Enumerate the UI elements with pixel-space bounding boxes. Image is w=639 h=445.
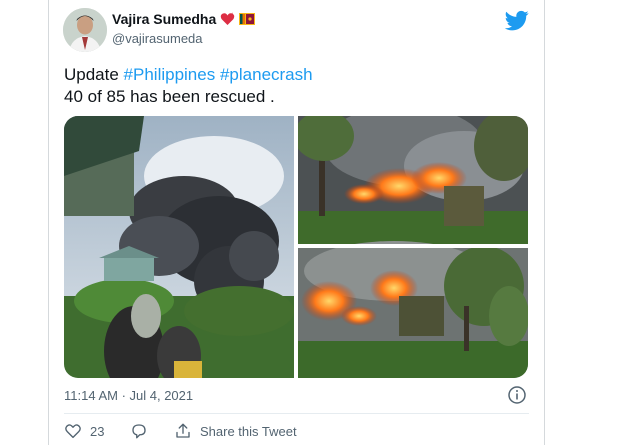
share-label: Share this Tweet	[200, 423, 297, 439]
heart-icon	[65, 424, 81, 439]
info-icon[interactable]	[507, 385, 527, 405]
sri-lanka-flag-icon	[239, 13, 256, 25]
avatar-image	[63, 8, 107, 52]
crash-fire-photo-2[interactable]	[298, 241, 528, 378]
share-button[interactable]: Share this Tweet	[174, 422, 297, 440]
media-photos	[64, 116, 528, 378]
smoke-plume-photo[interactable]	[64, 116, 294, 378]
avatar[interactable]	[63, 8, 107, 52]
tweet-card: Vajira Sumedha @vajirasumeda Update #Phi…	[48, 0, 545, 445]
divider	[64, 413, 529, 414]
author-handle[interactable]: @vajirasumeda	[112, 31, 203, 46]
red-heart-bird-icon	[221, 12, 235, 25]
media-grid	[64, 116, 528, 378]
author-name-row[interactable]: Vajira Sumedha	[112, 11, 256, 27]
hashtag-philippines[interactable]: #Philippines	[124, 65, 216, 84]
tweet-text-line1: Update #Philippines #planecrash	[64, 64, 524, 86]
reply-icon	[132, 424, 146, 439]
tweet-text-prefix: Update	[64, 65, 124, 84]
like-count: 23	[90, 423, 105, 439]
tweet-text: Update #Philippines #planecrash 40 of 85…	[64, 64, 524, 108]
author-name[interactable]: Vajira Sumedha	[112, 11, 216, 27]
share-icon	[176, 423, 190, 438]
tweet-text-line2: 40 of 85 has been rescued .	[64, 87, 275, 106]
reply-button[interactable]	[130, 422, 148, 440]
timestamp[interactable]: 11:14 AM · Jul 4, 2021	[64, 388, 193, 403]
twitter-bird-icon[interactable]	[505, 8, 529, 32]
hashtag-planecrash[interactable]: #planecrash	[220, 65, 313, 84]
crash-fire-photo-1[interactable]	[294, 116, 528, 244]
like-button[interactable]: 23	[64, 422, 104, 440]
